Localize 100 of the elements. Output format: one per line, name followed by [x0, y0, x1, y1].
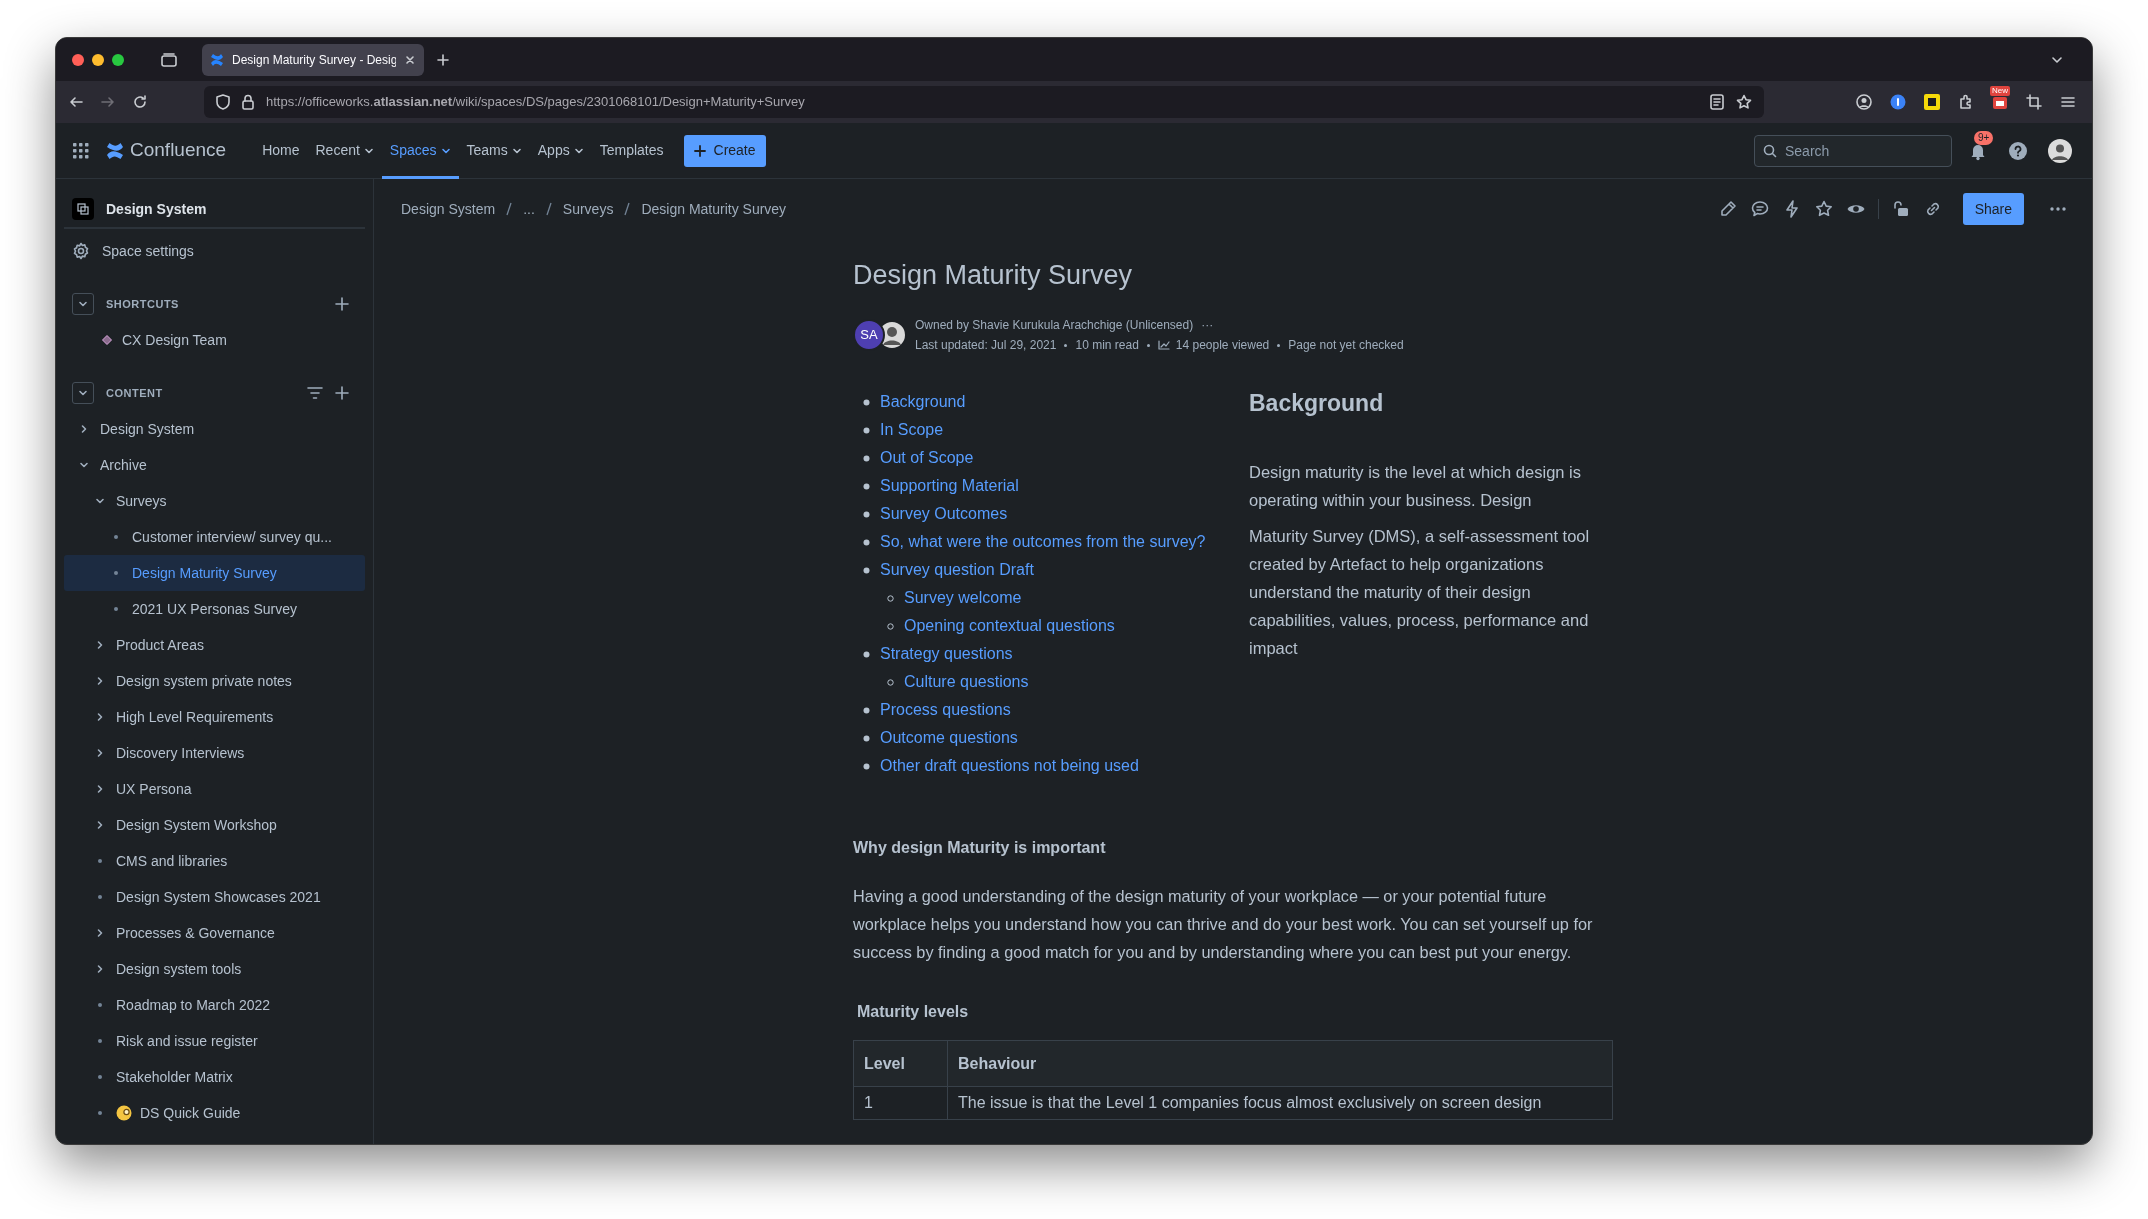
profile-avatar-icon[interactable] [2048, 138, 2072, 163]
reload-icon[interactable] [132, 94, 148, 110]
breadcrumb-link[interactable]: Design Maturity Survey [638, 198, 790, 220]
browser-tab[interactable]: Design Maturity Survey - Desig [202, 43, 424, 76]
page-tree-item[interactable]: Stakeholder Matrix [64, 1059, 365, 1095]
app-switcher-icon[interactable] [72, 141, 90, 160]
toc-link[interactable]: Other draft questions not being used [880, 754, 1139, 778]
address-bar[interactable]: https://officeworks.atlassian.net/wiki/spaces/DS/pages/2301068101/Design+Maturity+Survey [204, 86, 1764, 118]
back-icon[interactable] [68, 94, 84, 110]
column-header: Level [853, 1040, 948, 1087]
toc-link[interactable]: So, what were the outcomes from the survey? [880, 530, 1206, 554]
page-tree-item[interactable]: Design System Workshop [64, 807, 365, 843]
nav-tab[interactable]: Home [254, 122, 308, 179]
bookmark-star-icon[interactable] [1736, 94, 1752, 110]
bullet-icon [863, 482, 870, 490]
page-tree-item[interactable]: Design Maturity Survey [64, 555, 365, 591]
star-icon[interactable] [1813, 199, 1834, 219]
page-tree-item[interactable]: Customer interview/ survey qu... [64, 519, 365, 555]
section-heading: Maturity levels [856, 1002, 970, 1022]
toc-link[interactable]: Process questions [880, 698, 1011, 722]
hollow-bullet-icon [887, 678, 894, 686]
slash-separator-icon [506, 202, 513, 216]
paragraph: Having a good understanding of the design maturity of your workplace — or your potential future workplace helps you understand how you can thrive and do your best work. You can set yourself up for success by finding a good match for you and by understanding where you can best put your energy. [853, 886, 1594, 963]
page-tree-item[interactable]: Design System [64, 411, 365, 447]
add-icon[interactable] [335, 297, 349, 311]
toc-link[interactable]: Survey Outcomes [880, 502, 1008, 526]
dot-separator-icon [1146, 343, 1150, 347]
close-icon[interactable] [404, 53, 416, 66]
page-tree-item[interactable]: High Level Requirements [64, 699, 365, 735]
nav-tab[interactable]: Recent [307, 122, 382, 179]
password-manager-icon[interactable] [1890, 94, 1906, 110]
close-window-icon[interactable] [72, 53, 84, 66]
nav-tab[interactable]: Teams [458, 122, 530, 179]
minimize-window-icon[interactable] [92, 53, 104, 66]
avatar: SA [853, 319, 885, 351]
page-tree-item[interactable]: Processes & Governance [64, 915, 365, 951]
collapse-toggle[interactable] [72, 293, 94, 315]
toc-link[interactable]: Survey question Draft [880, 558, 1034, 582]
breadcrumb-link[interactable]: ... [520, 198, 538, 220]
crop-icon[interactable] [2026, 94, 2042, 110]
filter-icon[interactable] [307, 386, 323, 400]
new-badge: New [1990, 86, 2010, 96]
toc-link[interactable]: Culture questions [904, 670, 1029, 694]
toc-link[interactable]: Strategy questions [880, 642, 1013, 666]
confluence-logo[interactable]: Confluence [106, 136, 227, 165]
page-tree-item[interactable]: 2021 UX Personas Survey [64, 591, 365, 627]
page-tree-item[interactable]: Product Areas [64, 627, 365, 663]
menu-icon[interactable] [2060, 94, 2076, 110]
chart-line-icon [1157, 340, 1170, 350]
nav-tab[interactable]: Apps [529, 122, 592, 179]
page-tree-item[interactable]: Roadmap to March 2022 [64, 987, 365, 1023]
confluence-logo-icon [106, 141, 124, 160]
toc-link[interactable]: Out of Scope [880, 446, 974, 470]
collapse-toggle[interactable] [72, 382, 94, 404]
bullet-icon [863, 538, 870, 546]
comment-icon[interactable] [1749, 199, 1770, 219]
page-tree-item[interactable]: Design system private notes [64, 663, 365, 699]
paragraph: Maturity Survey (DMS), a self-assessment tool created by Artefact to help organizations understand the maturity of their design capabilities, values, process, performance and impact [1249, 526, 1591, 659]
page-tree-item[interactable]: Design System Showcases 2021 [64, 879, 365, 915]
add-icon[interactable] [335, 386, 349, 400]
puzzle-icon[interactable] [1958, 94, 1974, 110]
maximize-window-icon[interactable] [112, 53, 124, 66]
page-tree-item[interactable]: Design system tools [64, 951, 365, 987]
page-tree-item[interactable]: UX Persona [64, 771, 365, 807]
account-icon[interactable] [1856, 94, 1872, 110]
bullet-icon [98, 895, 102, 899]
page-tree-item[interactable]: Archive [64, 447, 365, 483]
shortcut-link[interactable]: CX Design Team [64, 322, 365, 358]
page-tree-item[interactable]: DS Quick Guide [64, 1095, 365, 1131]
tab-overview-icon[interactable] [160, 51, 178, 68]
space-name[interactable]: Design System [106, 198, 207, 220]
forward-icon[interactable] [100, 94, 116, 110]
extension-icon[interactable] [1924, 94, 1940, 110]
page-tree-item[interactable]: CMS and libraries [64, 843, 365, 879]
breadcrumb-link[interactable]: Design System [398, 198, 499, 220]
toc-link[interactable]: In Scope [880, 418, 944, 442]
toc-link[interactable]: Supporting Material [880, 474, 1019, 498]
page-tree-item[interactable]: Risk and issue register [64, 1023, 365, 1059]
slash-separator-icon [545, 202, 552, 216]
search-field[interactable]: Search [1754, 134, 1952, 167]
more-button[interactable]: ··· [1201, 319, 1214, 331]
space-settings-link[interactable]: Space settings [64, 233, 365, 269]
toc-link[interactable]: Outcome questions [880, 726, 1018, 750]
breadcrumb-link[interactable]: Surveys [559, 198, 617, 220]
toc-link[interactable]: Background [880, 390, 966, 414]
nav-tab[interactable]: Spaces [381, 122, 459, 179]
page-tree-item[interactable]: Surveys [64, 483, 365, 519]
section-label: CONTENT [106, 385, 164, 401]
new-tab-icon[interactable] [436, 52, 450, 67]
bullet-icon [114, 535, 118, 539]
nav-tab[interactable]: Templates [591, 122, 672, 179]
share-button[interactable]: Share [1962, 193, 2024, 225]
create-button[interactable]: Create [683, 134, 766, 167]
extension-icon[interactable] [1992, 94, 2008, 110]
toc-link[interactable]: Survey welcome [904, 586, 1022, 610]
lock-icon [242, 94, 254, 110]
reader-view-icon[interactable] [1710, 94, 1724, 110]
help-icon[interactable] [2008, 140, 2028, 161]
toc-link[interactable]: Opening contextual questions [904, 614, 1115, 638]
page-tree-item[interactable]: Discovery Interviews [64, 735, 365, 771]
